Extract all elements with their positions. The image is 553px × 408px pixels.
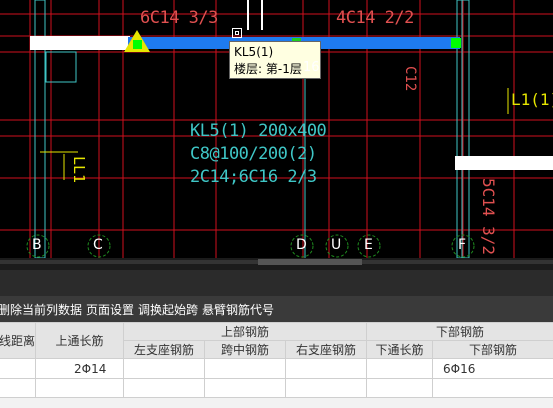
- panel-header: [0, 270, 553, 296]
- cell-top-through[interactable]: 2Φ14: [35, 358, 124, 379]
- header-col0: 线距离: [0, 322, 36, 359]
- annotation-line-2: C8@100/200(2): [190, 144, 317, 164]
- axis-label-u: U: [331, 237, 342, 253]
- cell-left-support[interactable]: [123, 358, 205, 379]
- tooltip-trailing-text: 16: [303, 60, 320, 75]
- header-mid-span: 跨中钢筋: [204, 340, 286, 359]
- header-bottom-through: 下通长筋: [366, 340, 434, 359]
- axis-label-b: B: [32, 237, 42, 253]
- empty-cell[interactable]: [284, 378, 368, 398]
- empty-cell[interactable]: [0, 378, 36, 398]
- axis-label-c: C: [93, 237, 103, 253]
- table-row: 2Φ14 6Φ16: [0, 358, 553, 379]
- delete-column-data-button[interactable]: 删除当前列数据: [0, 301, 86, 318]
- empty-cell[interactable]: [432, 378, 553, 398]
- header-top-through: 上通长筋: [35, 322, 124, 359]
- label-ll1: LL1: [70, 156, 88, 184]
- tooltip-title: KL5(1): [234, 45, 274, 59]
- axis-label-d: D: [296, 237, 307, 253]
- cad-canvas[interactable]: 6C14 3/3 4C14 2/2 C12 L1(1) LL1 KL5(1) 2…: [0, 0, 553, 258]
- axis-label-e: E: [364, 237, 373, 253]
- beam-white-left[interactable]: [30, 36, 130, 50]
- cantilever-rebar-code-button[interactable]: 悬臂钢筋代号: [202, 301, 278, 318]
- horizontal-scrollbar[interactable]: [0, 258, 553, 270]
- cell-bottom-rebar[interactable]: 6Φ16: [432, 358, 553, 379]
- header-right-support: 右支座钢筋: [284, 340, 368, 359]
- annotation-line-3: 2C14;6C16 2/3: [190, 167, 317, 187]
- table-toolbar: 删除当前列数据 页面设置 调换起始跨 悬臂钢筋代号: [0, 296, 553, 322]
- empty-cell[interactable]: [204, 378, 286, 398]
- scrollbar-thumb[interactable]: [258, 259, 362, 265]
- annotation-line-1: KL5(1) 200x400: [190, 121, 327, 141]
- cell-mid-span[interactable]: [204, 358, 286, 379]
- swap-start-span-button[interactable]: 调换起始跨: [138, 301, 202, 318]
- beam-label-right: 4C14 2/2: [336, 8, 414, 28]
- page-setup-button[interactable]: 页面设置: [86, 301, 138, 318]
- cell-right-support[interactable]: [284, 358, 368, 379]
- empty-cell[interactable]: [35, 378, 124, 398]
- beam-end-grip[interactable]: [451, 38, 461, 48]
- beam-label-left: 6C14 3/3: [140, 8, 218, 28]
- header-bottom-rebar: 下部钢筋: [432, 340, 553, 359]
- header-left-support: 左支座钢筋: [123, 340, 205, 359]
- empty-cell[interactable]: [123, 378, 205, 398]
- label-l1: L1(1): [511, 90, 553, 109]
- cell-bottom-through[interactable]: [366, 358, 434, 379]
- beam-annotation: KL5(1) 200x400 C8@100/200(2) 2C14;6C16 2…: [190, 120, 327, 189]
- rebar-table: 线距离 上通长筋 上部钢筋 下部钢筋 左支座钢筋 跨中钢筋 右支座钢筋 下通长筋…: [0, 322, 553, 408]
- header-top-group: 上部钢筋: [122, 322, 368, 341]
- vertical-label-c12: C12: [402, 66, 418, 92]
- table-row-empty: [0, 378, 553, 398]
- cell-col0[interactable]: [0, 358, 36, 379]
- vertical-label-5c14: 5C14 3/2: [479, 178, 498, 256]
- pick-cursor-icon: [232, 28, 242, 38]
- beam-white-right[interactable]: [455, 156, 553, 170]
- empty-cell[interactable]: [366, 378, 434, 398]
- header-bottom-group: 下部钢筋: [366, 322, 553, 341]
- axis-label-f: F: [458, 237, 467, 253]
- beam-start-grip[interactable]: [133, 40, 142, 49]
